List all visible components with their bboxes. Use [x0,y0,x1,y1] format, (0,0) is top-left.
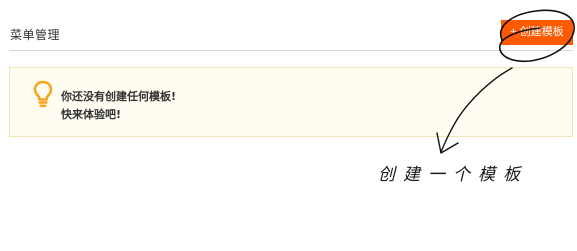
create-template-button[interactable]: + 创建模板 [501,20,573,45]
notice-line-2: 快来体验吧! [61,108,122,121]
notice-message: 你还没有创建任何模板! 快来体验吧! [61,88,176,124]
empty-state-notice: 你还没有创建任何模板! 快来体验吧! [9,67,573,137]
page-header: 菜单管理 + 创建模板 [9,19,573,51]
plus-icon: + [510,26,517,38]
page: 菜单管理 + 创建模板 你还没有创建任何模板! 快来体验吧! 创建一个模板 [0,0,577,251]
notice-line-1: 你还没有创建任何模板! [61,90,177,103]
annotation-text: 创建一个模板 [378,165,528,185]
create-template-label: 创建模板 [519,26,564,38]
page-title: 菜单管理 [10,28,61,42]
lightbulb-icon [33,80,53,107]
